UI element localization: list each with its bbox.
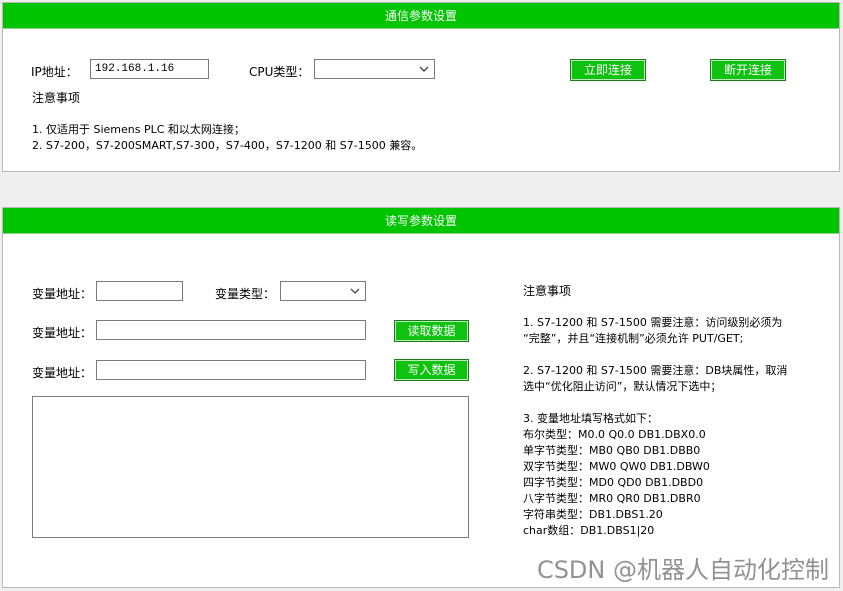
chevron-down-icon xyxy=(350,288,360,294)
rw-note-line: 字符串类型：DB1.DBS1.20 xyxy=(523,508,663,521)
disconnect-button[interactable]: 断开连接 xyxy=(710,59,786,81)
var-type-label: 变量类型： xyxy=(215,287,276,301)
ip-label: IP地址： xyxy=(31,65,78,79)
rw-note-line: char数组：DB1.DBS1|20 xyxy=(523,524,655,537)
var-type-select[interactable] xyxy=(280,281,366,301)
rw-note-line: 1. S7-1200 和 S7-1500 需要注意：访问级别必须为 xyxy=(523,316,783,329)
rw-note-line: 四字节类型：MD0 QD0 DB1.DBD0 xyxy=(523,476,704,489)
rw-note-line: 布尔类型：M0.0 Q0.0 DB1.DBX0.0 xyxy=(523,428,706,441)
write-data-button[interactable]: 写入数据 xyxy=(394,359,469,381)
cpu-type-select[interactable] xyxy=(314,59,435,79)
comm-settings-panel: 通信参数设置 IP地址： CPU类型： 立即连接 断开连接 注意事项 1. 仅适… xyxy=(2,2,840,172)
comm-note-2: 2. S7-200，S7-200SMART,S7-300，S7-400，S7-1… xyxy=(32,139,423,152)
chevron-down-icon xyxy=(419,66,429,72)
rw-note-line: 八字节类型：MR0 QR0 DB1.DBR0 xyxy=(523,492,701,505)
rw-note-line: 2. S7-1200 和 S7-1500 需要注意：DB块属性，取消 xyxy=(523,364,788,377)
rw-settings-panel: 读写参数设置 变量地址： 变量类型： 变量地址： 读取数据 变量地址： 写入数据… xyxy=(2,207,840,588)
connect-button[interactable]: 立即连接 xyxy=(570,59,646,81)
var-addr-input-1[interactable] xyxy=(96,281,183,301)
cpu-type-label: CPU类型： xyxy=(249,65,310,79)
rw-note-line: 双字节类型：MW0 QW0 DB1.DBW0 xyxy=(523,460,710,473)
rw-note-line: 选中“优化阻止访问”，默认情况下选中； xyxy=(523,380,722,393)
output-textarea[interactable] xyxy=(32,396,469,538)
comm-note-1: 1. 仅适用于 Siemens PLC 和以太网连接； xyxy=(32,123,245,136)
var-addr-input-3[interactable] xyxy=(96,360,366,380)
var-addr-label-3: 变量地址： xyxy=(32,366,93,380)
comm-panel-title: 通信参数设置 xyxy=(3,3,839,29)
rw-panel-title: 读写参数设置 xyxy=(3,208,839,234)
rw-notes-title: 注意事项 xyxy=(523,284,572,298)
watermark: CSDN @机器人自动化控制 xyxy=(536,556,829,584)
read-data-button[interactable]: 读取数据 xyxy=(394,320,469,342)
comm-notes-title: 注意事项 xyxy=(32,91,81,105)
var-addr-input-2[interactable] xyxy=(96,320,366,340)
ip-input[interactable] xyxy=(90,59,209,79)
rw-note-line: 单字节类型：MB0 QB0 DB1.DBB0 xyxy=(523,444,701,457)
rw-note-line: “完整”，并且“连接机制”必须允许 PUT/GET; xyxy=(523,332,744,345)
var-addr-label-1: 变量地址： xyxy=(32,287,93,301)
rw-note-line: 3. 变量地址填写格式如下： xyxy=(523,412,658,425)
var-addr-label-2: 变量地址： xyxy=(32,326,93,340)
